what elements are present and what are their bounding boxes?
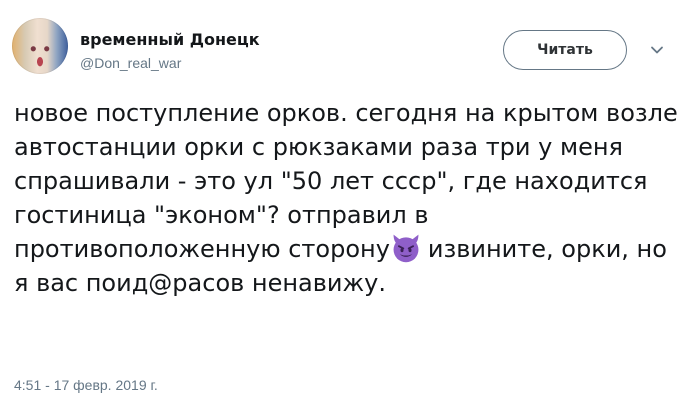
avatar[interactable]	[12, 18, 68, 74]
author-display-name[interactable]: временный Донецк	[80, 30, 260, 50]
smiling-face-with-horns-icon	[393, 234, 419, 263]
follow-button[interactable]: Читать	[503, 30, 627, 70]
tweet-card: временный Донецк @Don_real_war Читать но…	[0, 0, 690, 402]
author-handle[interactable]: @Don_real_war	[80, 54, 260, 72]
chevron-down-icon[interactable]	[647, 40, 667, 60]
tweet-timestamp[interactable]: 4:51 - 17 февр. 2019 г.	[14, 376, 158, 394]
tweet-header: временный Донецк @Don_real_war	[80, 30, 260, 72]
tweet-text: новое поступление орков. сегодня на крыт…	[14, 96, 678, 300]
